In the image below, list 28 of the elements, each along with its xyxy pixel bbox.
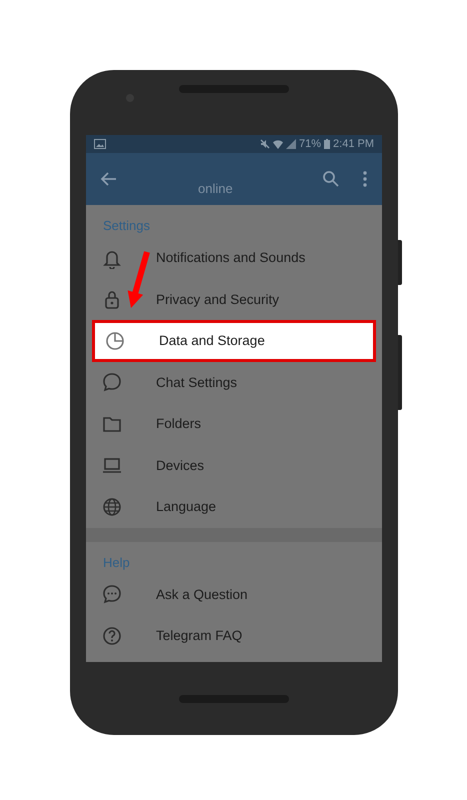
question-icon xyxy=(101,624,123,647)
status-subtitle: online xyxy=(197,180,234,196)
pointer-arrow xyxy=(127,250,151,309)
settings-item[interactable]: Privacy and Security xyxy=(86,278,382,320)
clock-time: 2:41 PM xyxy=(333,138,374,150)
settings-item[interactable]: Telegram FAQ xyxy=(86,615,382,656)
settings-item[interactable]: Devices xyxy=(86,444,382,486)
mute-icon xyxy=(260,139,270,149)
wifi-icon xyxy=(273,139,283,149)
section-header: Help xyxy=(102,554,131,572)
settings-item[interactable]: Language xyxy=(86,486,382,528)
more-menu-icon[interactable] xyxy=(362,170,368,188)
section-header: Settings xyxy=(102,217,151,235)
settings-item[interactable]: Folders xyxy=(86,403,382,444)
settings-item[interactable]: Notifications and Sounds xyxy=(86,237,382,278)
highlighted-settings-item[interactable]: Data and Storage xyxy=(92,320,376,362)
settings-item[interactable]: Ask a Question xyxy=(86,574,382,615)
signal-icon xyxy=(286,139,296,149)
search-icon[interactable] xyxy=(322,170,340,188)
chat-dots-icon xyxy=(101,583,123,606)
battery-icon xyxy=(324,139,330,149)
globe-icon xyxy=(101,496,123,518)
battery-percent: 71% xyxy=(299,138,322,150)
image-icon xyxy=(94,139,106,149)
pie-chart-icon xyxy=(104,330,126,352)
settings-item[interactable]: Chat Settings xyxy=(86,362,382,403)
back-arrow-icon[interactable] xyxy=(100,170,118,188)
speech-bubble-icon xyxy=(101,371,123,394)
